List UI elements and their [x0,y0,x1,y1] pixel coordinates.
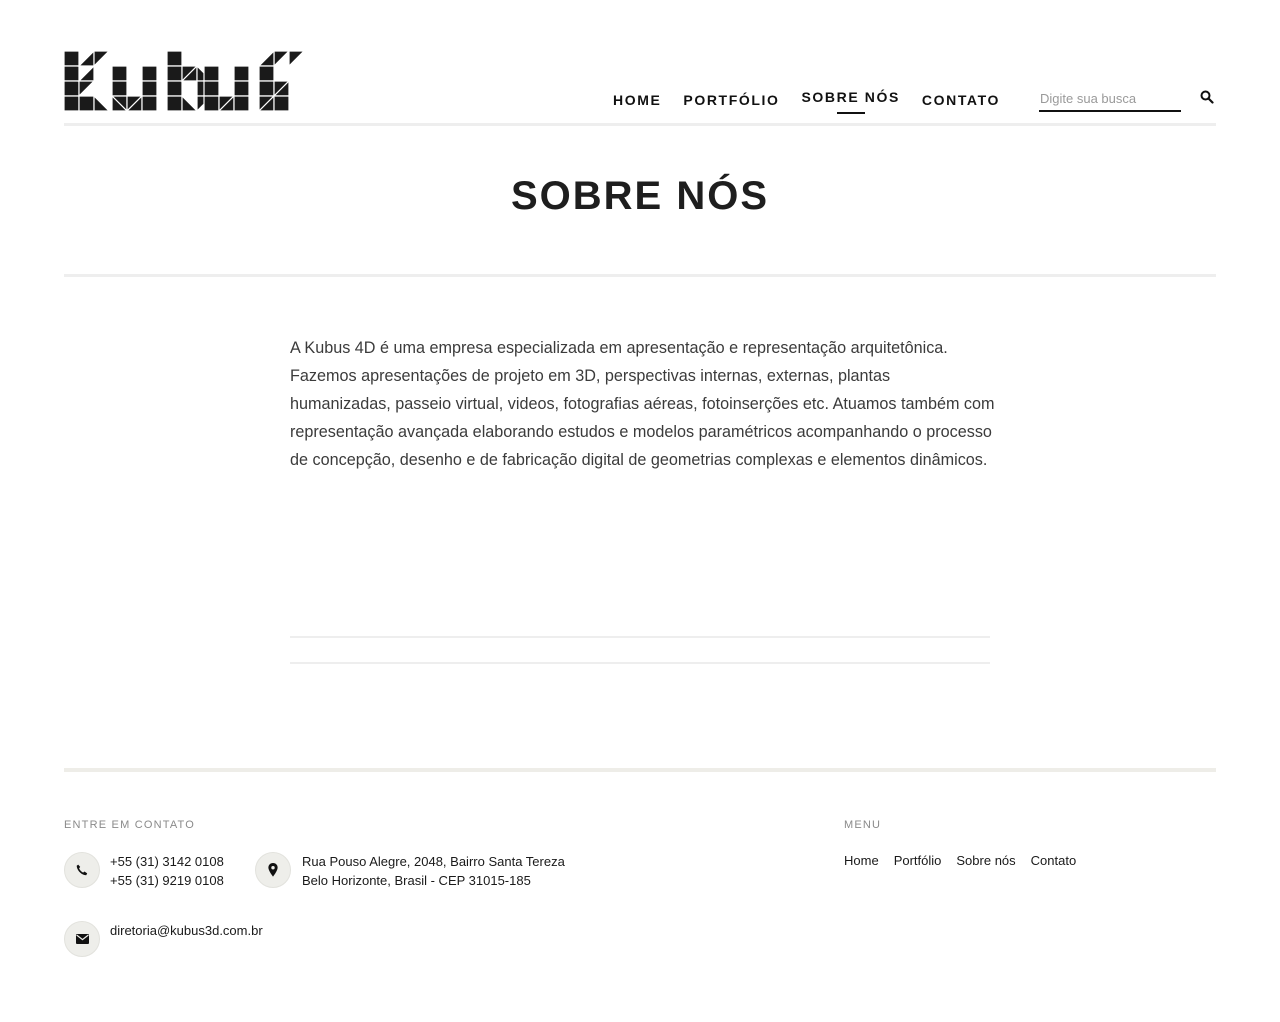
nav-contato[interactable]: CONTATO [911,88,1011,112]
phone-icon [64,852,100,888]
footer-link-portfolio[interactable]: Portfólio [894,851,942,870]
content-divider [290,662,990,664]
email-address[interactable]: diretoria@kubus3d.com.br [110,923,263,938]
footer-menu: Home Portfólio Sobre nós Contato [844,851,1091,870]
nav-portfolio[interactable]: PORTFÓLIO [672,88,790,112]
site-header: HOME PORTFÓLIO SOBRE NÓS CONTATO [64,0,1216,127]
title-divider [64,274,1216,277]
map-pin-icon [255,852,291,888]
footer-link-contato[interactable]: Contato [1031,851,1077,870]
search-input[interactable] [1039,86,1181,112]
nav-sobre-nos[interactable]: SOBRE NÓS [790,85,910,114]
search-form [1039,86,1216,112]
menu-heading: MENU [844,819,882,831]
phone-list: +55 (31) 3142 0108 +55 (31) 9219 0108 [110,852,224,890]
header-divider [64,123,1216,126]
address-line: Rua Pouso Alegre, 2048, Bairro Santa Ter… [302,854,565,869]
page-title: SOBRE NÓS [510,174,770,218]
contact-heading: ENTRE EM CONTATO [64,819,196,831]
nav-home[interactable]: HOME [602,88,672,112]
address-line: Belo Horizonte, Brasil - CEP 31015-185 [302,873,531,888]
phone-number[interactable]: +55 (31) 3142 0108 [110,852,224,871]
footer-link-home[interactable]: Home [844,851,879,870]
phone-number[interactable]: +55 (31) 9219 0108 [110,871,224,890]
footer-divider [64,768,1216,772]
search-icon[interactable] [1200,90,1216,106]
main-nav: HOME PORTFÓLIO SOBRE NÓS CONTATO [602,85,1011,114]
envelope-icon [64,921,100,957]
content-divider [290,636,990,638]
address: Rua Pouso Alegre, 2048, Bairro Santa Ter… [302,852,565,890]
footer-link-sobre-nos[interactable]: Sobre nós [956,851,1015,870]
kubus-logo[interactable] [64,51,304,112]
about-text: A Kubus 4D é uma empresa especializada e… [290,339,995,469]
email-link[interactable]: diretoria@kubus3d.com.br [110,921,263,940]
